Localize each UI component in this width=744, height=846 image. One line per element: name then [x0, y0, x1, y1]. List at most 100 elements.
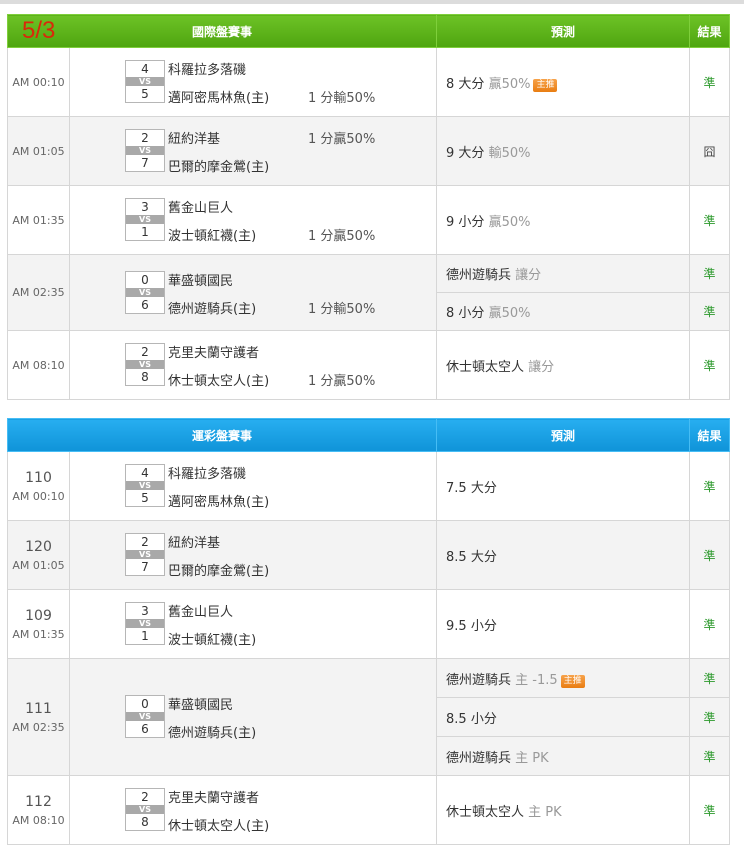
- home-score: 5: [141, 87, 149, 101]
- result-cell: 準: [689, 47, 731, 117]
- home-score: 7: [141, 156, 149, 170]
- result-cell: 準: [689, 736, 731, 776]
- prediction-note: 主 -1.5: [515, 672, 558, 688]
- vs-label: VS: [126, 288, 164, 297]
- home-score: 6: [141, 298, 149, 312]
- matchup-cell: 2 VS 8 克里夫蘭守護者 休士頓太空人(主) 1 分贏50%: [68, 330, 438, 400]
- home-score: 5: [141, 491, 149, 505]
- score-box: 3 VS 1: [125, 198, 165, 241]
- game-time-cell: 120 AM 01:05: [7, 520, 70, 590]
- lottery-games-table: 運彩盤賽事 預測 結果 110 AM 00:10 4 VS 5 科羅拉多落磯 邁阿密馬林魚(…: [6, 418, 731, 845]
- matchup-cell: 4 VS 5 科羅拉多落磯 邁阿密馬林魚(主) 1 分輸50%: [68, 47, 438, 117]
- home-score: 7: [141, 560, 149, 574]
- prediction-main: 休士頓太空人: [446, 804, 525, 820]
- lottery-games-body: 110 AM 00:10 4 VS 5 科羅拉多落磯 邁阿密馬林魚(主) 7.5 大分準 120…: [7, 451, 731, 845]
- away-team-name: 舊金山巨人: [168, 605, 234, 620]
- vs-label: VS: [126, 77, 164, 86]
- away-score: 0: [141, 273, 149, 287]
- home-team-name: 休士頓太空人(主): [168, 374, 270, 389]
- prediction-main: 8.5 小分: [446, 711, 497, 727]
- away-team-name: 華盛頓國民: [168, 698, 234, 713]
- table-row: AM 01:35 3 VS 1 舊金山巨人 波士頓紅襪(主) 1 分贏50% 9 小分 贏50…: [7, 185, 731, 255]
- prediction-cell: 德州遊騎兵 讓分: [436, 254, 691, 293]
- prediction-main: 7.5 大分: [446, 480, 497, 496]
- score-box: 0 VS 6: [125, 695, 165, 738]
- away-team-name: 克里夫蘭守護者: [168, 791, 260, 806]
- table-row: AM 08:10 2 VS 8 克里夫蘭守護者 休士頓太空人(主) 1 分贏50% 休士頓太空…: [7, 330, 731, 400]
- matchup-cell: 0 VS 6 華盛頓國民 德州遊騎兵(主): [68, 658, 438, 776]
- score-box: 2 VS 7: [125, 533, 165, 576]
- result-cell: 準: [689, 697, 731, 737]
- vs-label: VS: [126, 215, 164, 224]
- prediction-main: 德州遊騎兵: [446, 268, 512, 283]
- prediction-note: 贏50%: [488, 306, 531, 321]
- home-team-name: 邁阿密馬林魚(主): [168, 495, 270, 510]
- table-row: 109 AM 01:35 3 VS 1 舊金山巨人 波士頓紅襪(主) 9.5 小分準: [7, 589, 731, 659]
- home-score: 1: [141, 225, 149, 239]
- game-time: AM 01:05: [12, 144, 65, 158]
- result-cell: 準: [689, 658, 731, 698]
- prediction-main: 9.5 小分: [446, 618, 497, 634]
- table-row: 110 AM 00:10 4 VS 5 科羅拉多落磯 邁阿密馬林魚(主) 7.5 大分準: [7, 451, 731, 521]
- away-score: 3: [141, 200, 149, 214]
- matchup-cell: 2 VS 7 紐約洋基 巴爾的摩金鶯(主) 1 分贏50%: [68, 116, 438, 186]
- matchup-cell: 0 VS 6 華盛頓國民 德州遊騎兵(主) 1 分輸50%: [68, 254, 438, 331]
- vs-label: VS: [126, 619, 164, 628]
- game-time: AM 01:35: [12, 627, 65, 641]
- game-time-cell: AM 01:05: [7, 116, 70, 186]
- prediction-main: 德州遊騎兵: [446, 750, 512, 766]
- handicap-line: 1 分輸50%: [308, 302, 376, 317]
- away-score: 2: [141, 535, 149, 549]
- recommend-badge: 主推: [560, 674, 585, 688]
- prediction-cell: 8 大分 贏50% 主推: [436, 47, 691, 117]
- game-code: 112: [25, 793, 52, 810]
- prediction-note: 讓分: [528, 359, 555, 375]
- handicap-line: 1 分贏50%: [308, 132, 376, 147]
- vs-label: VS: [126, 360, 164, 369]
- matchup-cell: 3 VS 1 舊金山巨人 波士頓紅襪(主) 1 分贏50%: [68, 185, 438, 255]
- intl-header-title: 5/3 國際盤賽事: [6, 14, 438, 48]
- handicap-line: 1 分贏50%: [308, 229, 376, 244]
- prediction-cell: 德州遊騎兵 主 -1.5 主推: [436, 658, 691, 698]
- table-row: 120 AM 01:05 2 VS 7 紐約洋基 巴爾的摩金鶯(主) 8.5 大分準: [7, 520, 731, 590]
- score-box: 3 VS 1: [125, 602, 165, 645]
- intl-games-body: AM 00:10 4 VS 5 科羅拉多落磯 邁阿密馬林魚(主) 1 分輸50% 8 大分 贏…: [7, 47, 731, 400]
- away-team-name: 科羅拉多落磯: [168, 467, 247, 482]
- game-time-cell: 111 AM 02:35: [7, 658, 70, 776]
- home-score: 8: [141, 370, 149, 384]
- table-row: AM 00:10 4 VS 5 科羅拉多落磯 邁阿密馬林魚(主) 1 分輸50% 8 大分 贏…: [7, 47, 731, 117]
- game-code: 111: [25, 700, 52, 717]
- game-time-cell: 112 AM 08:10: [7, 775, 70, 845]
- score-box: 2 VS 8: [125, 788, 165, 831]
- home-team-name: 波士頓紅襪(主): [168, 633, 257, 648]
- table-row: AM 02:35 0 VS 6 華盛頓國民 德州遊騎兵(主) 1 分輸50% 德州遊騎兵 讓分…: [7, 254, 731, 331]
- prediction-note: 主 PK: [515, 750, 549, 766]
- game-time-cell: AM 01:35: [7, 185, 70, 255]
- home-score: 8: [141, 815, 149, 829]
- table-row: AM 01:05 2 VS 7 紐約洋基 巴爾的摩金鶯(主) 1 分贏50% 9 大分 輸50…: [7, 116, 731, 186]
- handicap-line: 1 分輸50%: [308, 91, 376, 106]
- prediction-main: 休士頓太空人: [446, 359, 525, 375]
- prediction-main: 8 大分: [446, 76, 485, 92]
- away-score: 0: [141, 697, 149, 711]
- intl-title-text: 國際盤賽事: [192, 24, 253, 39]
- prediction-cell: 9 大分 輸50%: [436, 116, 691, 186]
- prediction-cell: 8.5 小分: [436, 697, 691, 737]
- date-stamp: 5/3: [22, 17, 56, 44]
- prediction-cell: 休士頓太空人 主 PK: [436, 775, 691, 845]
- game-time: AM 00:10: [12, 489, 65, 503]
- home-team-name: 休士頓太空人(主): [168, 819, 270, 834]
- home-team-name: 巴爾的摩金鶯(主): [168, 160, 270, 175]
- prediction-note: 贏50%: [488, 214, 531, 230]
- prediction-cell: 8 小分 贏50%: [436, 292, 691, 331]
- score-box: 2 VS 7: [125, 129, 165, 172]
- away-score: 2: [141, 790, 149, 804]
- handicap-line: 1 分贏50%: [308, 374, 376, 389]
- score-box: 4 VS 5: [125, 464, 165, 507]
- away-team-name: 科羅拉多落磯: [168, 63, 247, 78]
- vs-label: VS: [126, 146, 164, 155]
- away-team-name: 克里夫蘭守護者: [168, 346, 260, 361]
- prediction-cell: 7.5 大分: [436, 451, 691, 521]
- game-time: AM 01:35: [12, 213, 65, 227]
- prediction-cell: 8.5 大分: [436, 520, 691, 590]
